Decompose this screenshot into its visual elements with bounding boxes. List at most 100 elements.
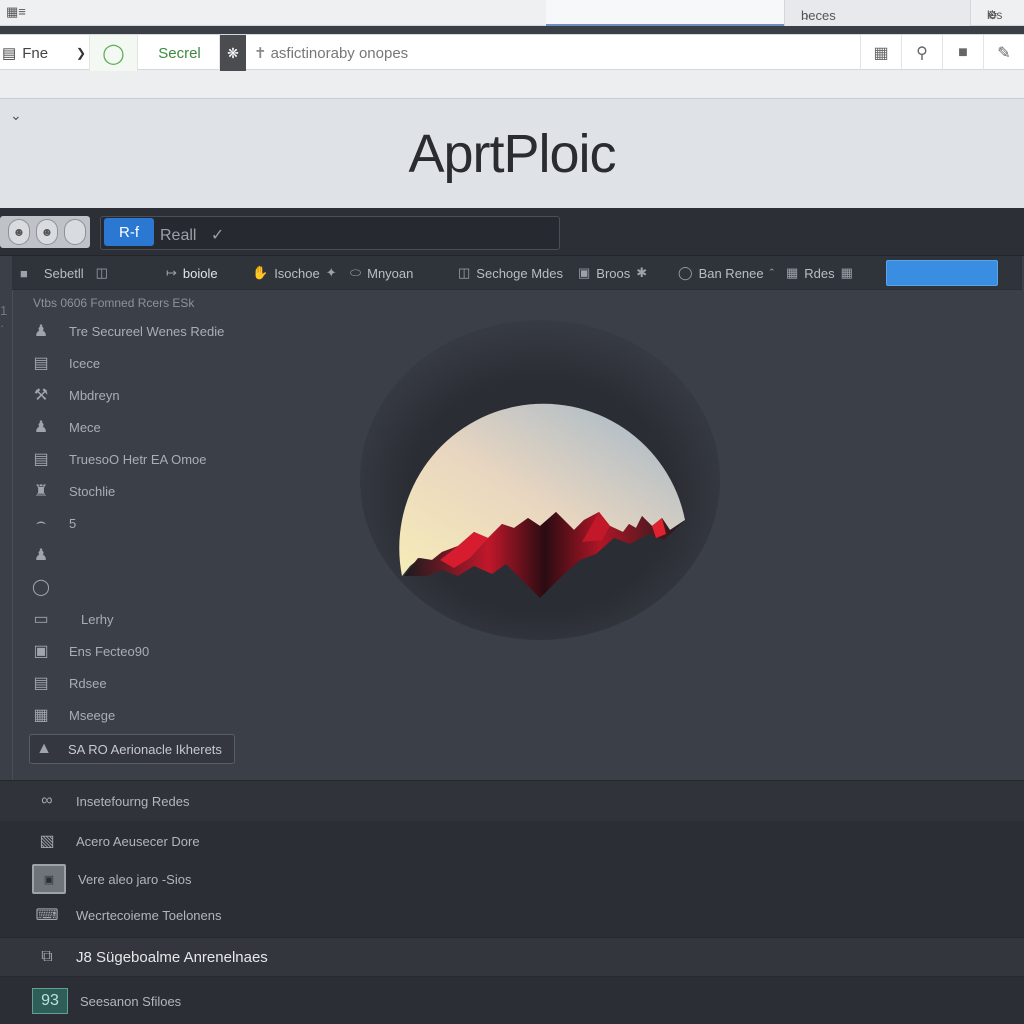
- device-icon: ▧: [39, 833, 55, 850]
- avatar[interactable]: ☻: [8, 219, 30, 245]
- sidebar-item[interactable]: ♟: [13, 544, 69, 566]
- properties-panel: ∞ Insetefourng Redes ▧ Acero Aeusecer Do…: [0, 780, 1024, 1024]
- url-field[interactable]: ✝ asfictinoraby onopes: [254, 35, 408, 71]
- list-item[interactable]: ∞ Insetefourng Redes: [0, 781, 1024, 821]
- toolbar-item[interactable]: ✋ Isochoe ✦: [252, 265, 337, 281]
- car-icon: ▲: [36, 740, 52, 757]
- sidebar-item[interactable]: ▤ TruesoO Hetr EA Omoe: [13, 448, 207, 470]
- page-title: AprtPloic: [408, 124, 616, 184]
- app-topbar: ☻ ☻ R-f Reall ✓: [0, 208, 1024, 256]
- list-item-label: Insetefourng Redes: [76, 793, 190, 809]
- browser-tab-strip: ▦≡ ○ heces ⚙ les: [0, 0, 1024, 26]
- toolbar-item[interactable]: ▦ Rdes ▦: [786, 265, 853, 281]
- document-icon: ▤: [33, 355, 49, 372]
- tab-label: les: [987, 8, 1003, 22]
- sidebar-item[interactable]: ▤ Icece: [13, 352, 100, 374]
- chrome-spacer: [0, 70, 1024, 98]
- sidebar-item-label: TruesoO Hetr EA Omoe: [69, 451, 207, 467]
- toolbar-item[interactable]: ◫ Sechoge Mdes: [458, 265, 563, 281]
- file-icon: ▤: [2, 45, 17, 62]
- search-icon[interactable]: ⚲: [901, 35, 942, 71]
- toolbar-item[interactable]: ■ Sebetll ◫: [20, 265, 108, 281]
- sidebar-item-label: Icece: [69, 355, 101, 371]
- search-filter-chip[interactable]: R-f: [104, 218, 154, 246]
- pin-icon: ✝: [254, 45, 267, 62]
- chevron-down-icon: ˆ: [769, 265, 774, 281]
- avatar[interactable]: [64, 219, 86, 245]
- briefcase-icon: ▤: [33, 451, 49, 468]
- toolbar-item-label: Ban Renee: [698, 265, 764, 281]
- toolbar-item[interactable]: ⬭ Mnyoan: [350, 265, 413, 281]
- sidebar-item-label: Stochlie: [69, 483, 116, 499]
- sidebar-item[interactable]: ▦ Mseege: [13, 704, 115, 726]
- grid-icon: ▦: [786, 265, 799, 280]
- toolbar-item-label: Sechoge Mdes: [476, 265, 564, 281]
- list-item-label: Wecrtecoieme Toelonens: [76, 907, 222, 923]
- file-menu-label: Fne: [22, 44, 49, 62]
- list-item[interactable]: ▣ Vere aleo jaro -Sios: [0, 861, 1024, 897]
- list-item-active[interactable]: ⧉ J8 Sügeboalme Anrenelnaes: [0, 937, 1024, 977]
- chevron-down-icon[interactable]: ⌄: [10, 107, 22, 124]
- pointer-icon: ■: [20, 265, 28, 281]
- list-item-label: Seesanon Sfiloes: [80, 993, 182, 1009]
- sparkle-icon: ✱: [636, 265, 648, 280]
- building-icon: ♜: [33, 483, 49, 500]
- sidebar-item[interactable]: ⚒ Mbdreyn: [13, 384, 120, 406]
- extension-icon[interactable]: ❋: [220, 35, 246, 71]
- sidebar-item[interactable]: ▭ Lerhy: [13, 608, 114, 630]
- sidebar-item[interactable]: ♟ Mece: [13, 416, 101, 438]
- frame-icon: ◫: [95, 265, 108, 280]
- sidebar-item-selected[interactable]: ▲ SA RO Aerionacle Ikherets: [29, 734, 235, 764]
- person-icon: ♟: [33, 419, 49, 436]
- hand-icon: ✋: [252, 265, 269, 280]
- browser-tools: ▦ ⚲ ■ ✎: [860, 35, 1024, 71]
- toolbar-item[interactable]: ▣ Broos ✱: [578, 265, 647, 281]
- stop-icon[interactable]: ■: [942, 35, 983, 71]
- circle-icon: ◯: [678, 265, 693, 280]
- list-item[interactable]: ▧ Acero Aeusecer Dore: [0, 823, 1024, 859]
- camera-icon[interactable]: ◯: [90, 35, 138, 71]
- grid-icon: ▦: [840, 265, 853, 280]
- secured-label[interactable]: Secrel: [140, 35, 220, 71]
- browser-window-icon[interactable]: ▦≡: [6, 4, 26, 20]
- sidebar-heading: Vtbs 0606 Fomned Rcers ESk: [33, 296, 195, 310]
- avatar-group[interactable]: ☻ ☻: [0, 216, 90, 248]
- text-cursor-icon: ↦: [166, 265, 177, 280]
- avatar[interactable]: ☻: [36, 219, 58, 245]
- page-header: ⌄ AprtPloic: [0, 98, 1024, 208]
- sidebar-item[interactable]: ♟ Tre Secureel Wenes Redie: [13, 320, 225, 342]
- file-menu[interactable]: ▤ Fne ❯: [0, 35, 90, 71]
- grid-icon: ▦: [33, 707, 49, 724]
- chevron-down-icon[interactable]: ❯: [76, 46, 86, 60]
- sidebar-item-label: SA RO Aerionacle Ikherets: [68, 741, 222, 757]
- list-item[interactable]: 93 Seesanon Sfiloes: [0, 981, 1024, 1021]
- edit-icon[interactable]: ✎: [983, 35, 1024, 71]
- tool-icon: ⚒: [33, 387, 49, 404]
- browser-tab-small[interactable]: ⚙ les: [970, 0, 1024, 26]
- browser-tab[interactable]: ○ heces: [784, 0, 970, 26]
- search-input-text: Reall ✓: [160, 225, 224, 245]
- curve-icon: ⌢: [35, 514, 47, 531]
- frame-icon: ◫: [458, 265, 471, 280]
- list-item[interactable]: ⌨ Wecrtecoieme Toelonens: [0, 899, 1024, 931]
- sidebar-item[interactable]: ◯: [13, 576, 69, 598]
- sidebar-item-label: Ens Fecteo90: [69, 643, 150, 659]
- toolbar-item[interactable]: ◯ Ban Renee ˆ: [678, 265, 774, 281]
- sidebar-item[interactable]: ♜ Stochlie: [13, 480, 115, 502]
- primary-action-button[interactable]: [886, 260, 998, 286]
- toolbar-item[interactable]: ↦ boiole: [166, 265, 218, 281]
- canvas-area[interactable]: [244, 290, 1024, 780]
- sidebar-item[interactable]: ▣ Ens Fecteo90: [13, 640, 149, 662]
- user-icon: ♟: [33, 323, 49, 340]
- keyboard-icon: ⌨: [35, 907, 59, 924]
- toolbar-item-label: Rdes: [804, 265, 835, 281]
- sidebar-item-label: Tre Secureel Wenes Redie: [69, 323, 225, 339]
- sidebar-item[interactable]: ⌢ 5: [13, 512, 77, 534]
- active-tab[interactable]: [546, 0, 784, 26]
- sidebar-item[interactable]: ▤ Rdsee: [13, 672, 106, 694]
- grid-icon[interactable]: ▦: [860, 35, 901, 71]
- sidebar-item-label: Lerhy: [81, 611, 114, 627]
- image-icon: ▣: [32, 864, 66, 894]
- list-item-label: J8 Sügeboalme Anrenelnaes: [76, 948, 268, 966]
- search-icon: ✓: [210, 227, 225, 244]
